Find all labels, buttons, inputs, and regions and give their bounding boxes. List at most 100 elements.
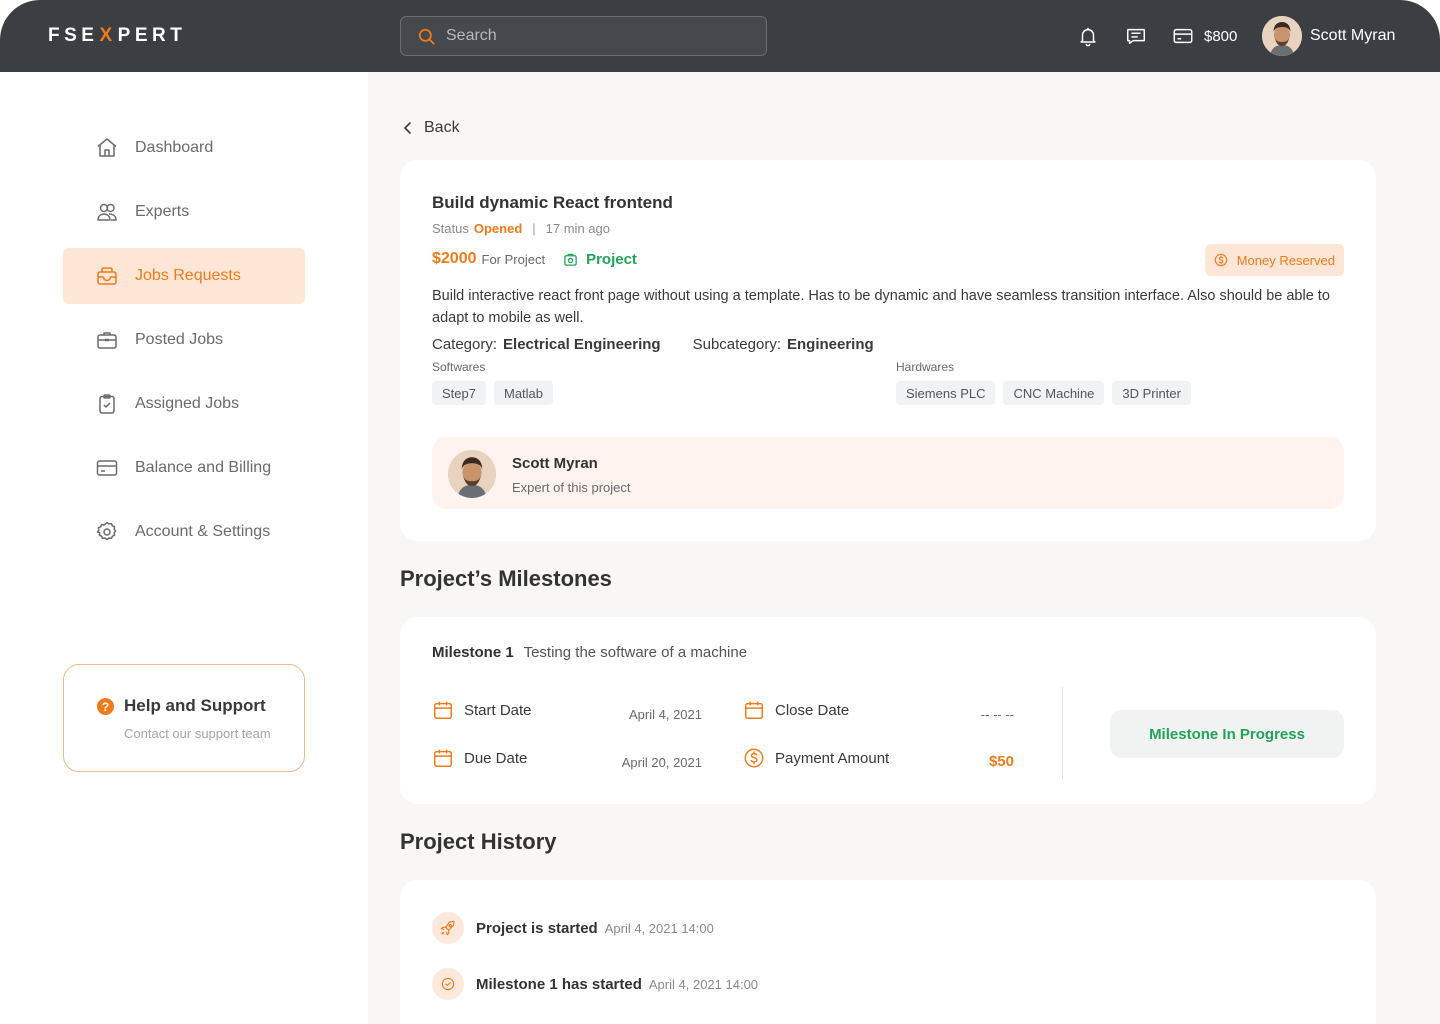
gear-icon [96,521,117,541]
payment-label: Payment Amount [775,749,890,767]
history-item: Milestone 1 has started April 4, 2021 14… [432,968,758,1000]
sidebar-item-balance-billing[interactable]: Balance and Billing [63,440,305,496]
job-type-label: Project [586,250,637,268]
subcategory-label: Subcategory: [692,336,781,353]
close-date-label: Close Date [775,701,850,719]
history-title: Project History [400,829,557,854]
logo[interactable]: FSE X PERT [48,25,186,47]
home-icon [97,138,117,157]
start-date-row: Start Date [432,699,532,721]
start-date-value: April 4, 2021 [629,707,702,722]
job-description: Build interactive react front page witho… [432,288,1330,326]
logo-mark: X [99,25,117,46]
category-value: Electrical Engineering [503,336,661,353]
sidebar: Dashboard Experts Jobs Requests Posted J… [0,72,368,1024]
milestone-card: Milestone 1 Testing the software of a ma… [400,617,1376,804]
logo-text-start: FSE [48,25,99,46]
bell-icon [1080,27,1096,47]
milestones-title: Project’s Milestones [400,566,612,591]
sidebar-item-label: Dashboard [135,139,214,156]
sidebar-item-label: Jobs Requests [135,267,241,284]
dollar-icon [1214,253,1227,267]
expert-card[interactable]: Scott Myran Expert of this project [432,437,1344,509]
avatar [448,450,496,498]
sidebar-item-jobs-requests[interactable]: Jobs Requests [63,248,305,304]
balance-amount: $800 [1204,27,1238,45]
hardware-tag: 3D Printer [1112,381,1191,405]
milestone-status-button[interactable]: Milestone In Progress [1110,710,1344,758]
question-icon: ? [97,698,114,715]
history-time: April 4, 2021 14:00 [604,920,714,936]
project-icon [564,253,577,266]
dollar-icon [744,748,764,768]
start-date-label: Start Date [464,701,532,719]
user-name: Scott Myran [1310,27,1396,44]
wallet-icon [1173,28,1193,44]
close-date-value: -- -- -- [980,707,1014,722]
sidebar-item-label: Balance and Billing [135,459,272,476]
chevron-left-icon [403,122,411,134]
history-item: Project is started April 4, 2021 14:00 [432,912,714,944]
history-event: Project is started [476,919,598,937]
hardware-tag: Siemens PLC [896,381,996,405]
sidebar-item-account-settings[interactable]: Account & Settings [63,504,305,560]
status-separator: | [532,221,536,236]
sidebar-item-label: Posted Jobs [135,331,224,348]
sidebar-item-assigned-jobs[interactable]: Assigned Jobs [63,376,305,432]
sidebar-item-label: Experts [135,203,190,220]
job-price-line: $2000 For Project Project [432,250,637,268]
messages-button[interactable] [1124,24,1148,48]
user-menu[interactable]: Scott Myran [1262,16,1395,56]
job-details-card: Build dynamic React frontend Status Open… [400,160,1376,541]
job-status-line: Status Opened | 17 min ago [432,221,610,236]
check-circle-icon [432,968,464,1000]
subcategory-value: Engineering [787,336,874,353]
rocket-icon [432,912,464,944]
close-date-row: Close Date [743,699,849,721]
app-window: FSE X PERT $800 [0,0,1440,1024]
history-event: Milestone 1 has started [476,975,642,993]
software-tag: Step7 [432,381,486,405]
top-bar: FSE X PERT $800 [0,0,1440,72]
sidebar-item-label: Account & Settings [135,523,271,540]
search-input[interactable] [446,27,746,45]
credit-card-icon [96,460,118,476]
help-subtitle: Contact our support team [124,726,271,741]
sidebar-item-dashboard[interactable]: Dashboard [63,120,305,176]
avatar [1262,16,1302,56]
inbox-icon [97,267,117,285]
divider [1062,687,1063,779]
back-button[interactable]: Back [400,116,460,140]
help-title: Help and Support [124,696,266,715]
badge-label: Money Reserved [1236,252,1335,268]
time-ago: 17 min ago [545,221,610,236]
status-value: Opened [473,221,523,236]
calendar-icon [745,701,763,719]
logo-text-end: PERT [117,25,187,46]
notifications-button[interactable] [1076,24,1100,48]
softwares-label: Softwares [432,360,486,374]
softwares-tags: Step7 Matlab [432,381,561,405]
back-label: Back [424,119,460,136]
hardware-tag: CNC Machine [1003,381,1105,405]
clipboard-check-icon [99,394,115,414]
users-icon [97,203,117,221]
status-label: Status [432,221,469,236]
calendar-icon [434,749,452,767]
expert-name: Scott Myran [512,455,598,472]
job-price: $2000 [432,250,477,267]
due-date-row: Due Date [432,747,527,769]
sidebar-item-experts[interactable]: Experts [63,184,305,240]
sidebar-item-posted-jobs[interactable]: Posted Jobs [63,312,305,368]
wallet-balance[interactable]: $800 [1172,24,1237,48]
job-category-line: Category: Electrical Engineering Subcate… [432,336,874,353]
calendar-icon [434,701,452,719]
search-box[interactable] [400,16,767,56]
due-date-value: April 20, 2021 [621,755,702,770]
payment-row: Payment Amount [743,747,889,769]
category-label: Category: [432,336,498,353]
hardwares-tags: Siemens PLC CNC Machine 3D Printer [896,381,1199,405]
software-tag: Matlab [493,381,554,405]
price-suffix: For Project [481,251,546,267]
help-support-card[interactable]: ? Help and Support Contact our support t… [63,664,305,772]
